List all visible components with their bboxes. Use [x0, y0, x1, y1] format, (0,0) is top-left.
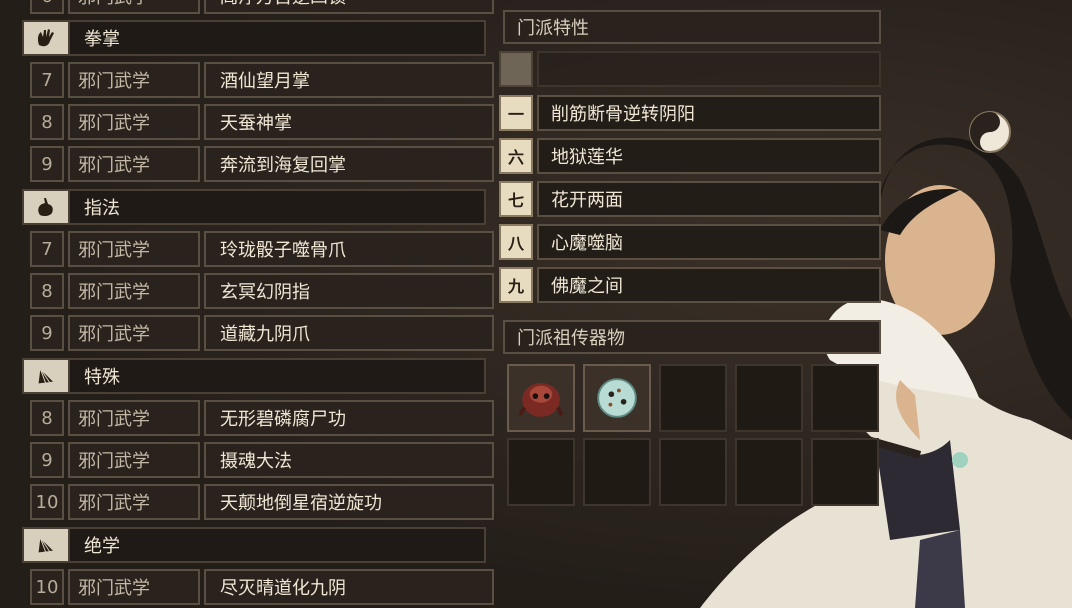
trait-mark: 八: [499, 224, 533, 260]
item-level: 7: [30, 231, 64, 267]
item-name: 酒仙望月掌: [204, 62, 494, 98]
trait-name: 心魔噬脑: [537, 224, 881, 260]
relic-slot[interactable]: [583, 438, 651, 506]
item-level: 8: [30, 273, 64, 309]
trait-name: 地狱莲华: [537, 138, 881, 174]
trait-item[interactable]: 六 地狱莲华: [499, 138, 881, 174]
category-finger[interactable]: 指法: [22, 189, 486, 225]
fan-icon: [24, 360, 70, 392]
item-level: 9: [30, 442, 64, 478]
finger-icon: [24, 191, 70, 223]
list-item[interactable]: 9 邪门武学 摄魂大法: [30, 442, 494, 478]
relics-header: 门派祖传器物: [503, 320, 881, 354]
trait-mark: 六: [499, 138, 533, 174]
traits-header: 门派特性: [503, 10, 881, 44]
item-tag: 邪门武学: [68, 0, 200, 14]
jade-orb-relic-icon: [597, 378, 637, 418]
relic-slot[interactable]: [811, 364, 879, 432]
item-tag: 邪门武学: [68, 62, 200, 98]
trait-item-faded: [499, 51, 881, 87]
item-tag: 邪门武学: [68, 569, 200, 605]
item-level: 9: [30, 315, 64, 351]
item-level: 9: [30, 146, 64, 182]
item-tag: 邪门武学: [68, 442, 200, 478]
item-name: 奔流到海复回掌: [204, 146, 494, 182]
relic-slot[interactable]: [811, 438, 879, 506]
relic-slot[interactable]: [735, 438, 803, 506]
item-name: 玲珑骰子噬骨爪: [204, 231, 494, 267]
item-level: 7: [30, 62, 64, 98]
item-level: 8: [30, 400, 64, 436]
trait-name: 花开两面: [537, 181, 881, 217]
item-level: 10: [30, 484, 64, 520]
category-label: 特殊: [84, 367, 120, 388]
item-tag: 邪门武学: [68, 104, 200, 140]
item-level: 6: [30, 0, 64, 14]
category-special[interactable]: 特殊: [22, 358, 486, 394]
list-item[interactable]: 7 邪门武学 玲珑骰子噬骨爪: [30, 231, 494, 267]
item-level: 10: [30, 569, 64, 605]
list-item[interactable]: 8 邪门武学 无形碧磷腐尸功: [30, 400, 494, 436]
item-tag: 邪门武学: [68, 273, 200, 309]
relic-slot[interactable]: [659, 438, 727, 506]
trait-name: 削筋断骨逆转阴阳: [537, 95, 881, 131]
category-ultimate[interactable]: 绝学: [22, 527, 486, 563]
relic-slot[interactable]: [507, 438, 575, 506]
trait-item[interactable]: 九 佛魔之间: [499, 267, 881, 303]
item-name: 玄冥幻阴指: [204, 273, 494, 309]
item-name: 道藏九阴爪: [204, 315, 494, 351]
trait-item[interactable]: 八 心魔噬脑: [499, 224, 881, 260]
relic-slot[interactable]: [659, 364, 727, 432]
trait-mark: 九: [499, 267, 533, 303]
trait-item[interactable]: 七 花开两面: [499, 181, 881, 217]
fan-icon: [24, 529, 70, 561]
trait-item[interactable]: 一 削筋断骨逆转阴阳: [499, 95, 881, 131]
item-tag: 邪门武学: [68, 146, 200, 182]
trait-mark: 一: [499, 95, 533, 131]
item-tag: 邪门武学: [68, 315, 200, 351]
item-name: 尽灭晴道化九阴: [204, 569, 494, 605]
item-name: 摄魂大法: [204, 442, 494, 478]
list-item[interactable]: 10 邪门武学 天颠地倒星宿逆旋功: [30, 484, 494, 520]
trait-mark: 七: [499, 181, 533, 217]
item-level: 8: [30, 104, 64, 140]
category-label: 绝学: [84, 536, 120, 557]
relic-slot[interactable]: [735, 364, 803, 432]
list-item[interactable]: 10 邪门武学 尽灭晴道化九阴: [30, 569, 494, 605]
red-beast-relic-icon: [518, 382, 564, 417]
category-label: 指法: [84, 198, 120, 219]
item-tag: 邪门武学: [68, 231, 200, 267]
list-item[interactable]: 6 邪门武学 阎浮万古逆四锁: [30, 0, 494, 14]
trait-name: [537, 51, 881, 87]
trait-mark: [499, 51, 533, 87]
relic-slot[interactable]: [507, 364, 575, 432]
list-item[interactable]: 8 邪门武学 天蚕神掌: [30, 104, 494, 140]
category-palm[interactable]: 拳掌: [22, 20, 486, 56]
item-name: 天颠地倒星宿逆旋功: [204, 484, 494, 520]
list-item[interactable]: 9 邪门武学 道藏九阴爪: [30, 315, 494, 351]
item-tag: 邪门武学: [68, 484, 200, 520]
category-label: 拳掌: [84, 29, 120, 50]
trait-name: 佛魔之间: [537, 267, 881, 303]
item-tag: 邪门武学: [68, 400, 200, 436]
item-name: 无形碧磷腐尸功: [204, 400, 494, 436]
list-item[interactable]: 8 邪门武学 玄冥幻阴指: [30, 273, 494, 309]
list-item[interactable]: 7 邪门武学 酒仙望月掌: [30, 62, 494, 98]
item-name: 阎浮万古逆四锁: [204, 0, 494, 14]
relic-slot[interactable]: [583, 364, 651, 432]
palm-icon: [24, 22, 70, 54]
item-name: 天蚕神掌: [204, 104, 494, 140]
list-item[interactable]: 9 邪门武学 奔流到海复回掌: [30, 146, 494, 182]
